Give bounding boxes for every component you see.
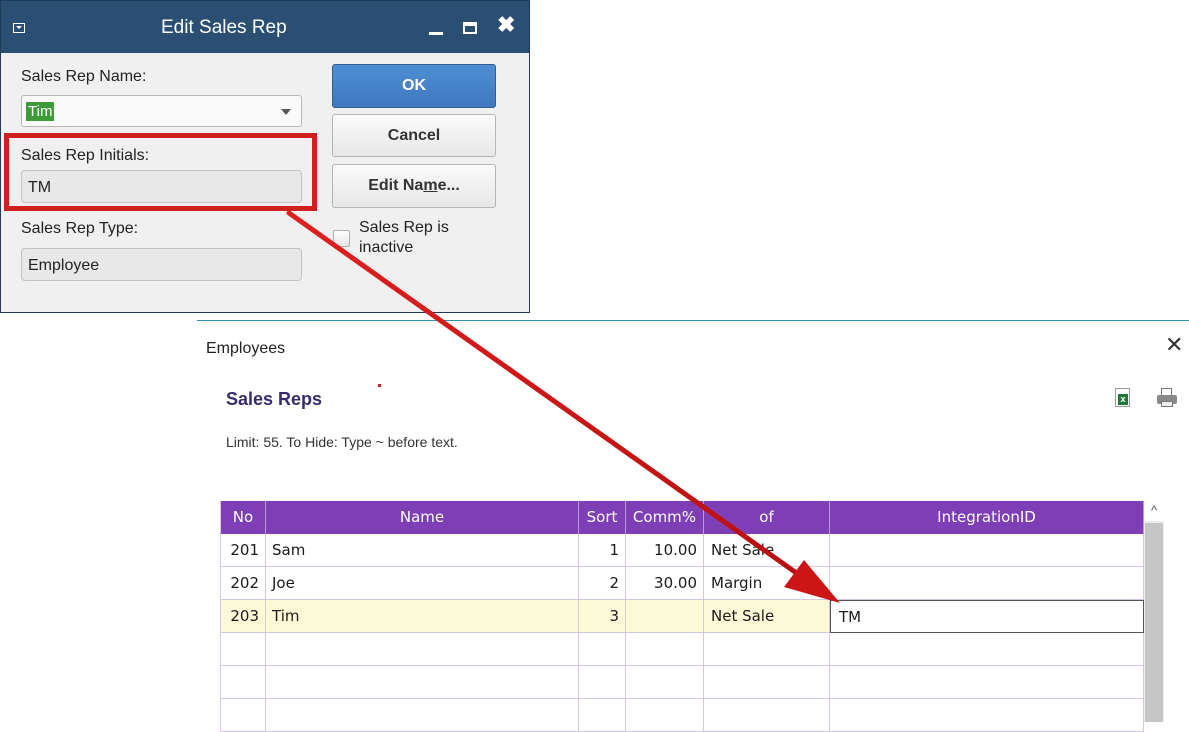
column-header-name[interactable]: Name (266, 501, 579, 534)
column-header-sort[interactable]: Sort (579, 501, 626, 534)
cell-integration-id[interactable] (830, 534, 1144, 567)
initials-highlight-box (4, 133, 317, 211)
integration-id-input[interactable]: TM (830, 600, 1144, 633)
cell-integration-id[interactable] (830, 633, 1144, 666)
cell-comm[interactable]: 30.00 (626, 567, 704, 600)
cell-name[interactable] (266, 633, 579, 666)
cell-no[interactable]: 201 (220, 534, 266, 567)
cell-name[interactable]: Joe (266, 567, 579, 600)
cell-sort[interactable]: 3 (579, 600, 626, 633)
maximize-icon[interactable] (463, 22, 477, 34)
cell-integration-id[interactable] (830, 699, 1144, 732)
cell-integration-id[interactable] (830, 666, 1144, 699)
table-row[interactable] (220, 699, 1144, 732)
inactive-checkbox[interactable] (333, 230, 350, 247)
table-row-selected[interactable]: 203 Tim 3 Net Sale TM (220, 600, 1144, 633)
ok-button[interactable]: OK (332, 64, 496, 108)
cell-comm[interactable] (626, 633, 704, 666)
close-icon[interactable]: ✕ (1165, 333, 1183, 357)
cell-comm[interactable] (626, 600, 704, 633)
scrollbar-thumb[interactable] (1145, 523, 1163, 722)
cell-no[interactable]: 202 (220, 567, 266, 600)
cell-name[interactable]: Tim (266, 600, 579, 633)
system-menu-icon[interactable] (13, 23, 25, 33)
cell-no[interactable]: 203 (220, 600, 266, 633)
cell-sort[interactable] (579, 666, 626, 699)
cell-of[interactable]: Net Sale (704, 534, 830, 567)
page-title: Sales Reps (226, 389, 323, 409)
stray-mark (378, 384, 381, 387)
grid-header-row: No Name Sort Comm% of IntegrationID (220, 501, 1144, 534)
cancel-button[interactable]: Cancel (332, 114, 496, 157)
inactive-checkbox-label: Sales Rep is inactive (359, 219, 449, 256)
cell-sort[interactable]: 1 (579, 534, 626, 567)
print-icon[interactable] (1157, 388, 1177, 407)
edit-name-button[interactable]: Edit Name... (332, 164, 496, 208)
column-header-no[interactable]: No (220, 501, 266, 534)
sales-rep-name-label: Sales Rep Name: (21, 68, 147, 85)
column-header-comm[interactable]: Comm% (626, 501, 704, 534)
table-row[interactable]: 201 Sam 1 10.00 Net Sale (220, 534, 1144, 567)
cell-integration-id[interactable] (830, 567, 1144, 600)
table-row[interactable]: 202 Joe 2 30.00 Margin (220, 567, 1144, 600)
chevron-up-icon[interactable]: ^ (1144, 501, 1164, 521)
cell-no[interactable] (220, 633, 266, 666)
cell-of[interactable] (704, 633, 830, 666)
cell-of[interactable] (704, 666, 830, 699)
sales-rep-name-value: Tim (26, 102, 55, 121)
cell-sort[interactable]: 2 (579, 567, 626, 600)
chevron-down-icon[interactable] (281, 109, 291, 115)
limit-hint: Limit: 55. To Hide: Type ~ before text. (226, 434, 458, 450)
column-header-integration-id[interactable]: IntegrationID (830, 501, 1144, 534)
cell-comm[interactable] (626, 666, 704, 699)
cell-of[interactable]: Net Sale (704, 600, 830, 633)
cell-sort[interactable] (579, 699, 626, 732)
table-row[interactable] (220, 633, 1144, 666)
cell-name[interactable]: Sam (266, 534, 579, 567)
sales-rep-type-label: Sales Rep Type: (21, 220, 139, 237)
dialog-title: Edit Sales Rep (161, 17, 287, 38)
employees-window: Employees ✕ Sales Reps Limit: 55. To Hid… (197, 320, 1189, 732)
cell-comm[interactable]: 10.00 (626, 534, 704, 567)
cell-no[interactable] (220, 699, 266, 732)
cell-of[interactable]: Margin (704, 567, 830, 600)
close-icon[interactable]: ✖ (497, 14, 515, 36)
cell-name[interactable] (266, 666, 579, 699)
cell-name[interactable] (266, 699, 579, 732)
table-row[interactable] (220, 666, 1144, 699)
sales-rep-type-field[interactable]: Employee (21, 248, 302, 281)
cell-sort[interactable] (579, 633, 626, 666)
column-header-of[interactable]: of (704, 501, 830, 534)
cell-no[interactable] (220, 666, 266, 699)
window-title: Employees (206, 340, 286, 357)
excel-export-icon[interactable] (1115, 388, 1130, 407)
sales-rep-name-combo[interactable]: Tim (21, 95, 302, 127)
minimize-icon[interactable] (429, 32, 443, 35)
dialog-titlebar: Edit Sales Rep ✖ (1, 1, 529, 53)
cell-of[interactable] (704, 699, 830, 732)
cell-comm[interactable] (626, 699, 704, 732)
